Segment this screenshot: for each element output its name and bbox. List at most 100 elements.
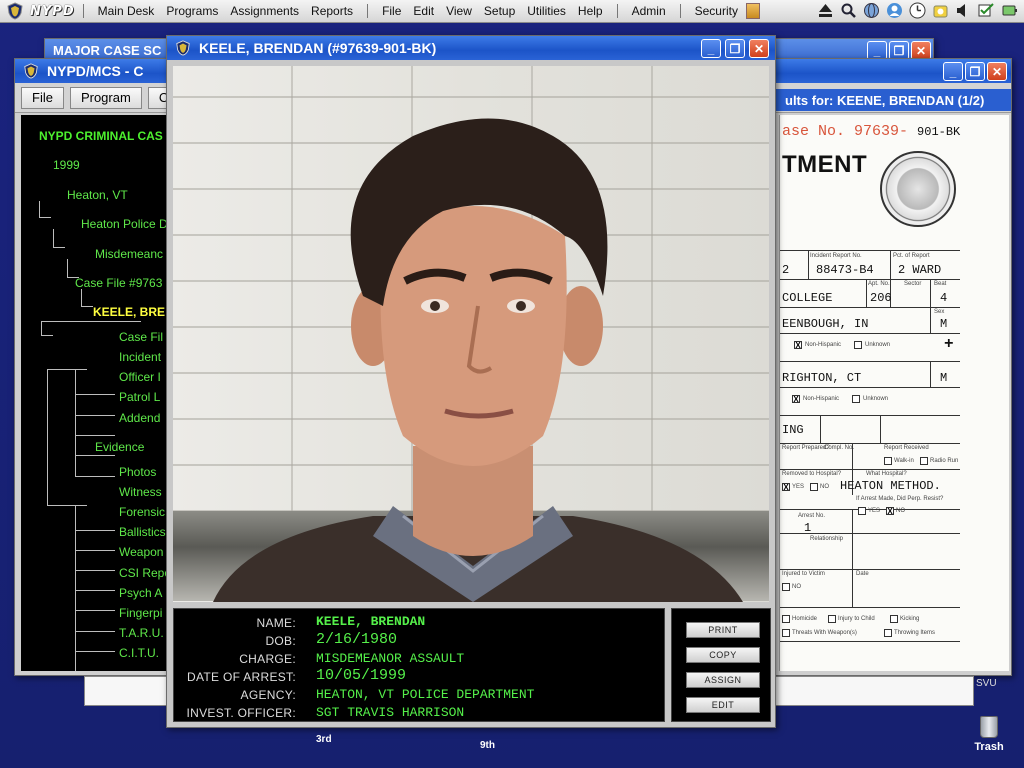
tree-node-photos[interactable]: Photos (119, 465, 156, 479)
battery-icon[interactable] (1001, 2, 1018, 19)
value-invest-officer: SGT TRAVIS HARRISON (316, 705, 465, 720)
tree-node-psych[interactable]: Psych A (119, 586, 162, 600)
tree-node-misdemeanor[interactable]: Misdemeanc (95, 247, 163, 261)
tree-line (75, 610, 115, 611)
tree-line (75, 435, 115, 436)
clock-icon[interactable] (909, 2, 926, 19)
tree-node-root[interactable]: NYPD CRIMINAL CAS (39, 129, 163, 143)
brand-logo: NYPD (30, 3, 75, 19)
minimize-button[interactable]: _ (701, 39, 721, 58)
tree-line (39, 217, 51, 218)
tree-node-case-file[interactable]: Case File #9763 (75, 276, 162, 290)
volume-icon[interactable] (955, 2, 972, 19)
tree-line (41, 321, 141, 322)
tree-node-patrol[interactable]: Patrol L (119, 390, 160, 404)
security-lock-icon[interactable] (745, 3, 760, 19)
close-button[interactable]: ✕ (987, 62, 1007, 81)
tree-node-officer[interactable]: Officer I (119, 370, 161, 384)
mugshot-titlebar[interactable]: KEELE, BRENDAN (#97639-901-BK) (167, 36, 775, 60)
label-date-of-arrest: DATE OF ARREST: (187, 670, 296, 684)
assign-button[interactable]: ASSIGN (686, 672, 760, 688)
tree-node-citu[interactable]: C.I.T.U. (119, 646, 159, 660)
copy-button[interactable]: COPY (686, 647, 760, 663)
eject-icon[interactable] (817, 2, 834, 19)
minimize-button[interactable]: _ (943, 62, 963, 81)
mugshot-window: KEELE, BRENDAN (#97639-901-BK) _ ❐ ✕ NAM… (166, 35, 776, 728)
system-tray (817, 2, 1018, 19)
value-agency: HEATON, VT POLICE DEPARTMENT (316, 687, 535, 702)
menu-edit[interactable]: Edit (413, 4, 434, 18)
add-icon[interactable]: + (944, 335, 954, 353)
case-tree: NYPD CRIMINAL CAS 1999 Heaton, VT Heaton… (21, 115, 171, 671)
tree-line (47, 505, 87, 506)
tree-node-city[interactable]: Heaton, VT (67, 188, 128, 202)
tree-line (75, 394, 115, 395)
nypd-badge-icon (24, 63, 38, 79)
tree-line (81, 306, 93, 307)
action-panel: PRINT COPY ASSIGN EDIT (671, 608, 771, 722)
tree-line (75, 631, 115, 632)
tree-node-addendum[interactable]: Addend (119, 411, 160, 425)
tree-node-taru[interactable]: T.A.R.U. (119, 626, 164, 640)
nypd-badge-icon[interactable] (6, 2, 24, 20)
menu-separator (82, 4, 84, 18)
tree-node-year[interactable]: 1999 (53, 158, 80, 172)
menu-security[interactable]: Security (695, 4, 738, 18)
menu-admin[interactable]: Admin (632, 4, 666, 18)
menu-setup[interactable]: Setup (484, 4, 515, 18)
tree-line (81, 289, 82, 306)
edit-button[interactable]: EDIT (686, 697, 760, 713)
tree-node-incident[interactable]: Incident (119, 350, 161, 364)
dock-label-3rd[interactable]: 3rd (316, 734, 332, 745)
search-icon[interactable] (840, 2, 857, 19)
menu-assignments[interactable]: Assignments (230, 4, 299, 18)
alarm-icon[interactable] (932, 2, 949, 19)
tree-node-evidence[interactable]: Evidence (95, 440, 144, 454)
file-button[interactable]: File (21, 86, 64, 109)
tree-node-case-file-doc[interactable]: Case Fil (119, 330, 163, 344)
tree-node-ballistics[interactable]: Ballistics (119, 525, 166, 539)
case-number-label: ase No. 97639- 901-BK (782, 123, 961, 140)
tree-node-csi-report[interactable]: CSI Repo (119, 566, 171, 580)
menu-bar: NYPD Main Desk Programs Assignments Repo… (0, 0, 1024, 23)
tree-line (75, 651, 115, 652)
tree-node-person[interactable]: KEELE, BRE (93, 305, 165, 319)
value-date-of-arrest: 10/05/1999 (316, 667, 407, 684)
network-icon[interactable] (863, 2, 880, 19)
checkbox-status-icon[interactable] (978, 2, 995, 19)
menu-reports[interactable]: Reports (311, 4, 353, 18)
program-button[interactable]: Program (69, 86, 142, 109)
dock-label-9th[interactable]: 9th (480, 740, 495, 751)
label-agency: AGENCY: (240, 688, 296, 702)
tree-line (53, 229, 54, 247)
tree-node-forensic[interactable]: Forensic (119, 505, 165, 519)
close-button[interactable]: ✕ (749, 39, 769, 58)
menu-separator (679, 4, 681, 18)
suspect-photo (173, 66, 769, 602)
menu-utilities[interactable]: Utilities (527, 4, 566, 18)
maximize-button[interactable]: ❐ (965, 62, 985, 81)
menu-programs[interactable]: Programs (166, 4, 218, 18)
value-name: KEELE, BRENDAN (316, 614, 426, 629)
label-charge: CHARGE: (239, 652, 296, 666)
tree-line (75, 590, 115, 591)
print-button[interactable]: PRINT (686, 622, 760, 638)
window-title: NYPD/MCS - C (47, 63, 144, 79)
maximize-button[interactable]: ❐ (725, 39, 745, 58)
department-heading: TMENT (782, 151, 868, 178)
tree-line (75, 415, 115, 416)
label-invest-officer: INVEST. OFFICER: (186, 706, 296, 720)
tree-node-witness[interactable]: Witness (119, 485, 162, 499)
tree-node-fingerprints[interactable]: Fingerpi (119, 606, 162, 620)
menu-main-desk[interactable]: Main Desk (98, 4, 155, 18)
suspect-info-panel: NAME: DOB: CHARGE: DATE OF ARREST: AGENC… (173, 608, 665, 722)
menu-help[interactable]: Help (578, 4, 603, 18)
menu-file[interactable]: File (382, 4, 401, 18)
user-icon[interactable] (886, 2, 903, 19)
tree-node-dept[interactable]: Heaton Police D (81, 217, 168, 231)
menu-view[interactable]: View (446, 4, 472, 18)
menu-separator (367, 4, 369, 18)
dock-label-svu[interactable]: SVU (976, 678, 997, 689)
tree-node-weapon[interactable]: Weapon (119, 545, 163, 559)
trash[interactable]: Trash (972, 716, 1006, 760)
